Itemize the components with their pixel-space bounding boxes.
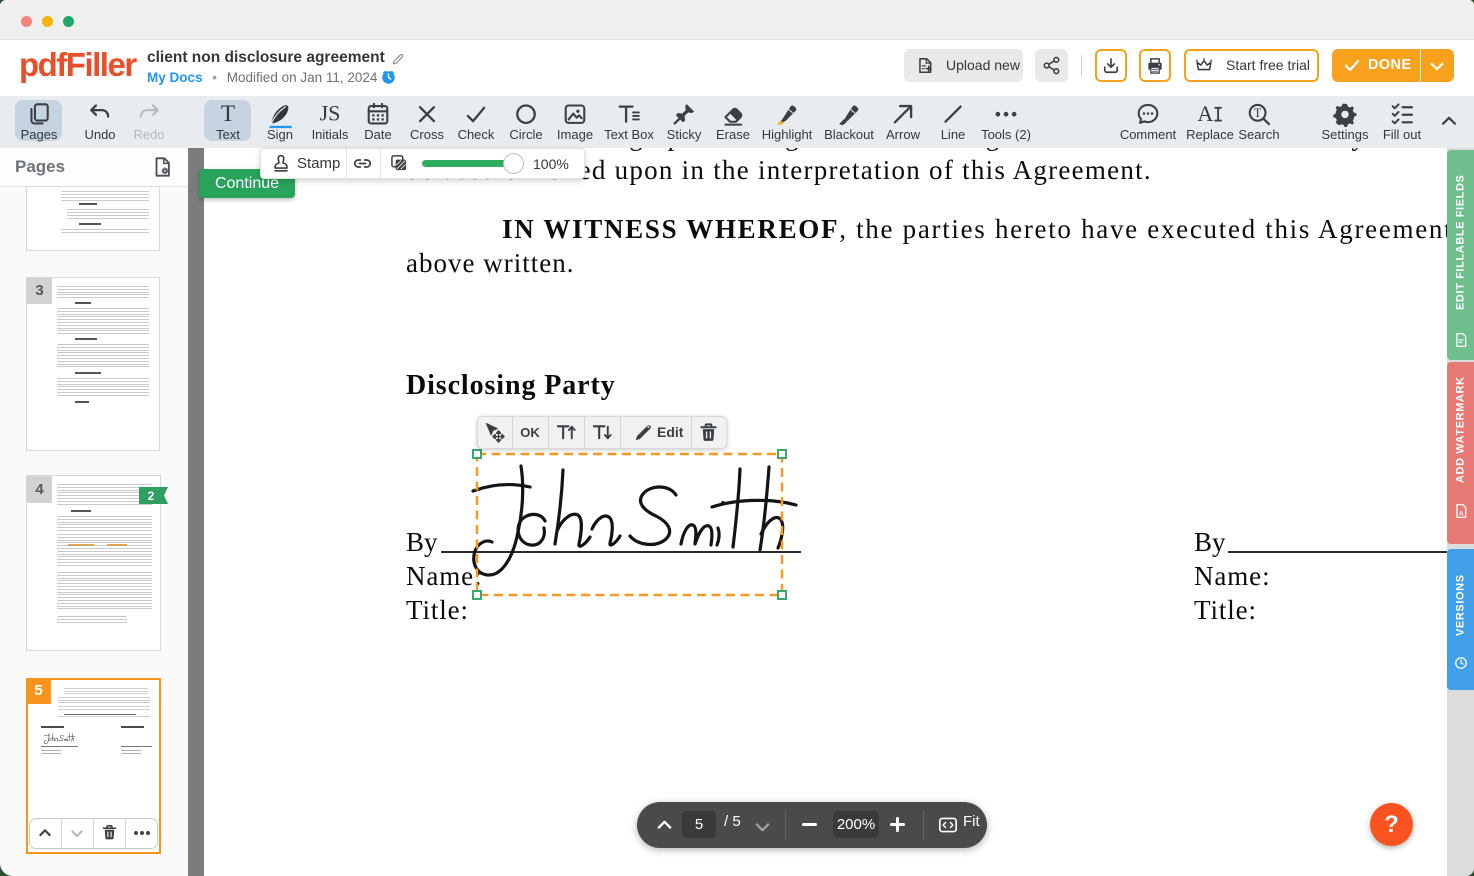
svg-text:2: 2 <box>148 489 155 503</box>
svg-text:T: T <box>221 101 235 127</box>
svg-text:T: T <box>1254 106 1262 120</box>
svg-text:A: A <box>1459 511 1464 518</box>
svg-text:A: A <box>1197 101 1213 126</box>
